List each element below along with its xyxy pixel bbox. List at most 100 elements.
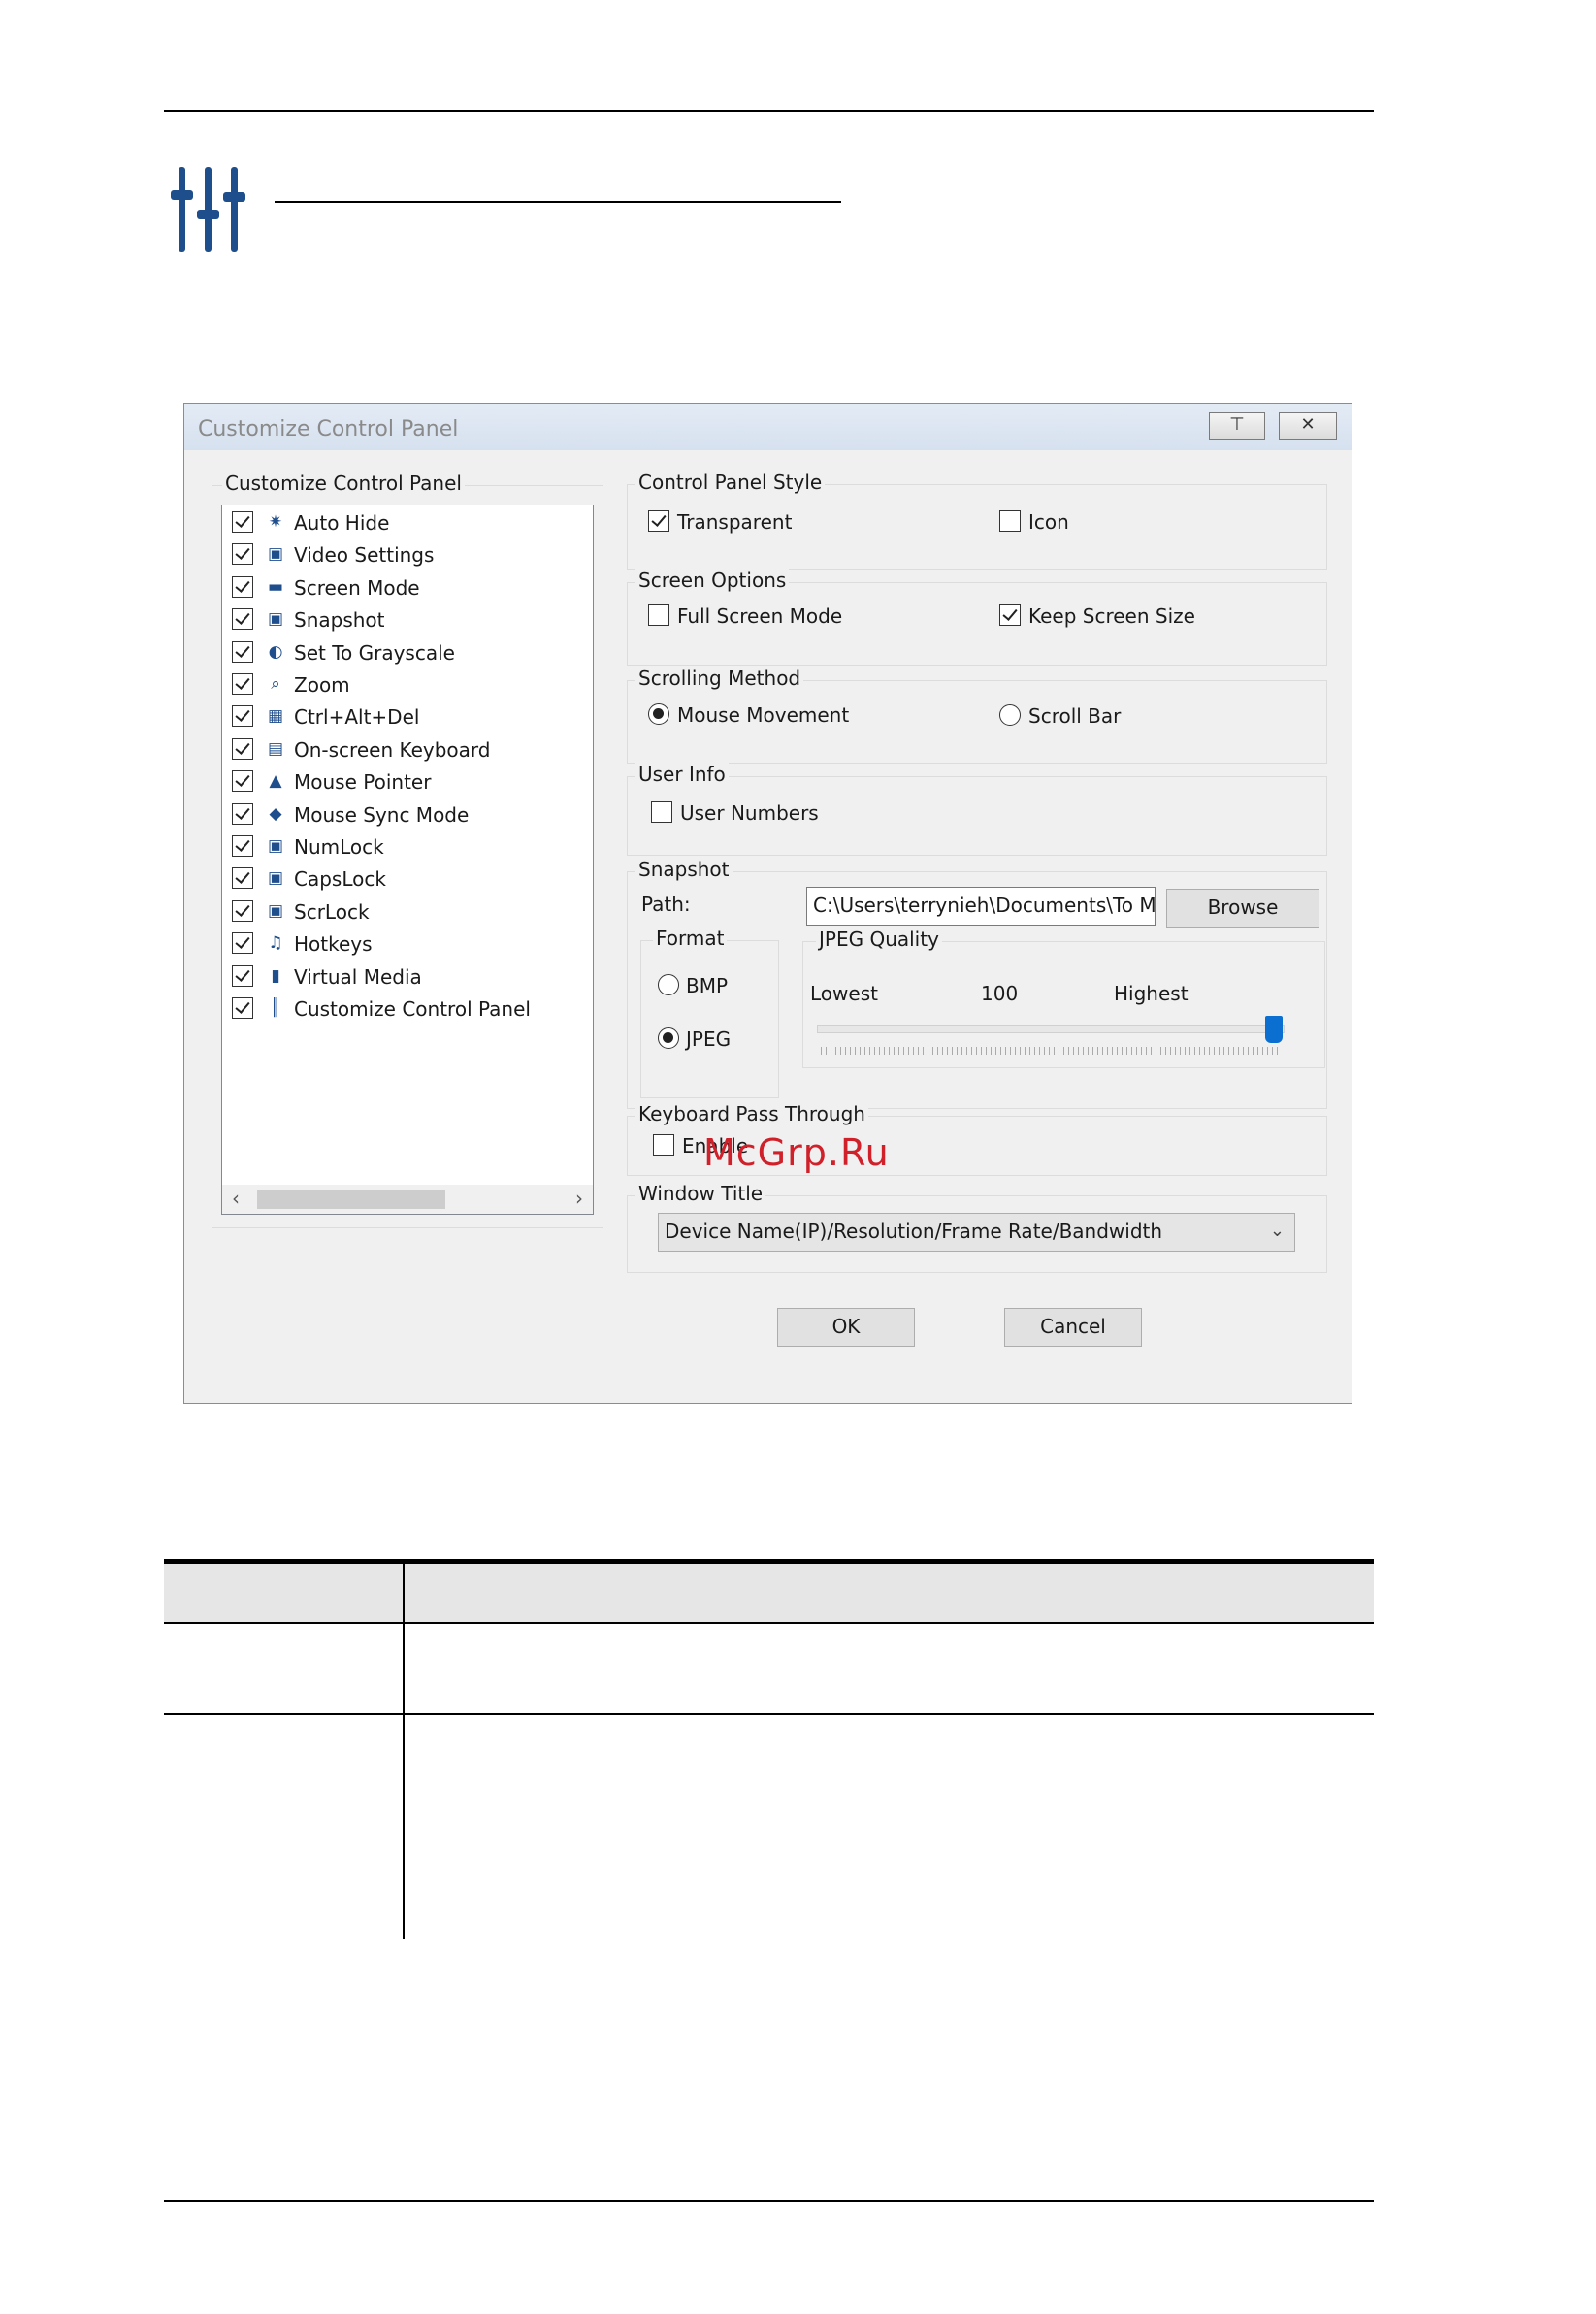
list-item-label: Mouse Pointer xyxy=(294,770,432,795)
list-item-label: ScrLock xyxy=(294,899,370,924)
close-button[interactable]: ✕ xyxy=(1279,412,1337,440)
screen-options-label: Screen Options xyxy=(635,569,790,592)
slider-thumb[interactable] xyxy=(1265,1016,1283,1043)
mouse-movement-label: Mouse Movement xyxy=(677,703,850,727)
horizontal-scrollbar[interactable]: ‹ › xyxy=(222,1185,593,1214)
keyboard-pass-through-label: Keyboard Pass Through xyxy=(635,1102,868,1125)
list-item-label: Zoom xyxy=(294,673,350,697)
jpeg-radio[interactable] xyxy=(658,1027,679,1049)
icon-checkbox[interactable] xyxy=(999,510,1021,532)
list-item-label: Virtual Media xyxy=(294,964,422,989)
dialog-title: Customize Control Panel xyxy=(198,417,459,441)
highest-label: Highest xyxy=(1114,982,1189,1005)
list-item-checkbox[interactable] xyxy=(232,997,253,1019)
list-item-checkbox[interactable] xyxy=(232,899,253,922)
title-bar: Customize Control Panel ⊤ ✕ xyxy=(184,404,1352,450)
table-row-rule xyxy=(164,1713,1374,1715)
icon-label: Icon xyxy=(1028,510,1069,534)
list-item-checkbox[interactable] xyxy=(232,608,253,631)
video-settings-icon: ▣ xyxy=(267,544,284,565)
top-rule xyxy=(164,110,1374,112)
bmp-radio[interactable] xyxy=(658,974,679,995)
lock-icon: ▣ xyxy=(267,900,284,921)
control-panel-items-list[interactable]: ✷ Auto Hide ▣ Video Settings ▬ Screen Mode ▣ Sn… xyxy=(221,505,594,1215)
format-label: Format xyxy=(653,927,728,950)
list-item-label: On-screen Keyboard xyxy=(294,737,491,762)
keep-screen-size-label: Keep Screen Size xyxy=(1028,604,1195,628)
scroll-left-icon[interactable]: ‹ xyxy=(232,1187,240,1210)
table-column-rule xyxy=(403,1564,405,1939)
list-item-checkbox[interactable] xyxy=(232,802,253,825)
window-title-select[interactable]: Device Name(IP)/Resolution/Frame Rate/Ba… xyxy=(658,1213,1295,1252)
user-numbers-label: User Numbers xyxy=(680,801,819,825)
jpeg-quality-slider[interactable] xyxy=(817,1010,1285,1059)
list-item-label: Screen Mode xyxy=(294,575,420,600)
pin-button[interactable]: ⊤ xyxy=(1209,412,1265,440)
full-screen-mode-checkbox[interactable] xyxy=(648,604,669,626)
control-panel-style-label: Control Panel Style xyxy=(635,471,826,494)
snapshot-path-input[interactable]: C:\Users\terrynieh\Documents\To Me xyxy=(806,887,1156,926)
full-screen-mode-label: Full Screen Mode xyxy=(677,604,843,628)
list-item-checkbox[interactable] xyxy=(232,543,253,566)
bmp-label: BMP xyxy=(686,974,729,997)
scroll-right-icon[interactable]: › xyxy=(575,1187,583,1210)
grayscale-icon: ◐ xyxy=(268,641,283,662)
mouse-movement-radio[interactable] xyxy=(648,703,669,725)
screen-mode-icon: ▬ xyxy=(267,576,284,597)
user-numbers-checkbox[interactable] xyxy=(651,801,672,823)
scrolling-method-label: Scrolling Method xyxy=(635,667,804,690)
list-item-checkbox[interactable] xyxy=(232,673,253,695)
customize-control-panel-dialog: Customize Control Panel ⊤ ✕ Customize Co… xyxy=(183,403,1352,1404)
scroll-bar-radio[interactable] xyxy=(999,704,1021,726)
scrollbar-thumb[interactable] xyxy=(257,1190,445,1209)
browse-button[interactable]: Browse xyxy=(1166,889,1319,928)
bottom-rule xyxy=(164,2200,1374,2202)
list-item-checkbox[interactable] xyxy=(232,770,253,793)
quality-value: 100 xyxy=(981,982,1019,1005)
slider-ticks xyxy=(821,1047,1279,1055)
table-header-rule xyxy=(164,1622,1374,1624)
list-item-label: Ctrl+Alt+Del xyxy=(294,705,420,730)
list-item-checkbox[interactable] xyxy=(232,705,253,728)
pin-icon: ✷ xyxy=(268,512,283,532)
list-item-label: CapsLock xyxy=(294,867,386,892)
list-item-label: NumLock xyxy=(294,835,384,859)
mouse-sync-icon: ◆ xyxy=(269,803,282,824)
virtual-media-icon: ▮ xyxy=(271,965,280,986)
sliders-icon xyxy=(170,167,247,252)
list-item-label: Hotkeys xyxy=(294,932,373,957)
list-item-checkbox[interactable] xyxy=(232,511,253,533)
list-item-checkbox[interactable] xyxy=(232,737,253,760)
path-label: Path: xyxy=(641,893,691,916)
slider-track xyxy=(817,1025,1285,1033)
list-item-label: Mouse Sync Mode xyxy=(294,802,470,827)
cancel-button[interactable]: Cancel xyxy=(1004,1308,1142,1347)
list-item-checkbox[interactable] xyxy=(232,964,253,987)
ctrl-alt-del-icon: ▦ xyxy=(267,706,284,727)
list-item-checkbox[interactable] xyxy=(232,640,253,663)
snapshot-label: Snapshot xyxy=(635,858,733,881)
lowest-label: Lowest xyxy=(810,982,878,1005)
list-item-label: Video Settings xyxy=(294,543,435,568)
lock-icon: ▣ xyxy=(267,836,284,856)
scroll-bar-label: Scroll Bar xyxy=(1028,704,1122,728)
list-item-label: Set To Grayscale xyxy=(294,640,455,665)
ok-button[interactable]: OK xyxy=(777,1308,915,1347)
list-item-checkbox[interactable] xyxy=(232,575,253,598)
sliders-icon: ║ xyxy=(270,998,281,1018)
window-title-value: Device Name(IP)/Resolution/Frame Rate/Ba… xyxy=(665,1220,1163,1243)
list-item-label: Snapshot xyxy=(294,608,385,633)
keep-screen-size-checkbox[interactable] xyxy=(999,604,1021,626)
list-item-label: Customize Control Panel xyxy=(294,997,531,1021)
enable-checkbox[interactable] xyxy=(653,1134,674,1156)
list-item-checkbox[interactable] xyxy=(232,835,253,857)
jpeg-label: JPEG xyxy=(686,1027,732,1051)
list-item-checkbox[interactable] xyxy=(232,867,253,890)
transparent-checkbox[interactable] xyxy=(648,510,669,532)
list-item-checkbox[interactable] xyxy=(232,932,253,955)
zoom-icon: ⌕ xyxy=(271,674,280,694)
list-item-label: Auto Hide xyxy=(294,511,390,535)
window-title-label: Window Title xyxy=(635,1182,766,1205)
heading-underline xyxy=(275,201,841,203)
user-info-label: User Info xyxy=(635,763,729,786)
